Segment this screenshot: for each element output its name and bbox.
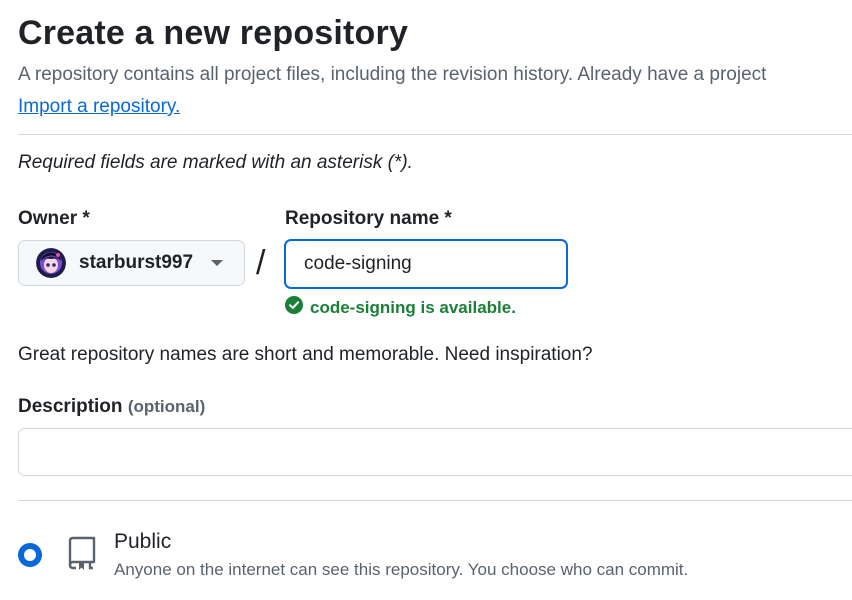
public-option-description: Anyone on the internet can see this repo… — [114, 560, 689, 579]
repo-icon — [67, 535, 99, 576]
header-divider — [18, 134, 852, 135]
optional-tag: (optional) — [127, 397, 206, 416]
owner-label: Owner * — [18, 208, 90, 229]
required-fields-note: Required fields are marked with an aster… — [18, 152, 413, 173]
import-repository-link[interactable]: Import a repository. — [18, 96, 180, 118]
description-input[interactable] — [18, 428, 852, 476]
public-radio[interactable] — [18, 543, 42, 567]
page-title: Create a new repository — [18, 14, 409, 52]
public-option-title: Public — [114, 530, 172, 553]
availability-message: code-signing is available. — [285, 296, 516, 319]
owner-avatar — [36, 248, 66, 278]
owner-repo-separator: / — [256, 244, 266, 282]
owner-name: starburst997 — [79, 252, 194, 273]
section-divider — [18, 500, 852, 501]
repository-name-label: Repository name * — [285, 208, 452, 229]
page-subtitle: A repository contains all project files,… — [18, 64, 767, 85]
owner-select[interactable]: starburst997 — [18, 240, 245, 286]
availability-text: code-signing is available. — [310, 297, 516, 317]
triangle-down-icon — [211, 260, 224, 266]
description-label: Description (optional) — [18, 396, 205, 418]
repository-name-input[interactable] — [284, 239, 568, 289]
description-label-text: Description — [18, 396, 123, 417]
check-circle-fill-icon — [285, 296, 310, 319]
repository-name-hint: Great repository names are short and mem… — [18, 344, 593, 365]
